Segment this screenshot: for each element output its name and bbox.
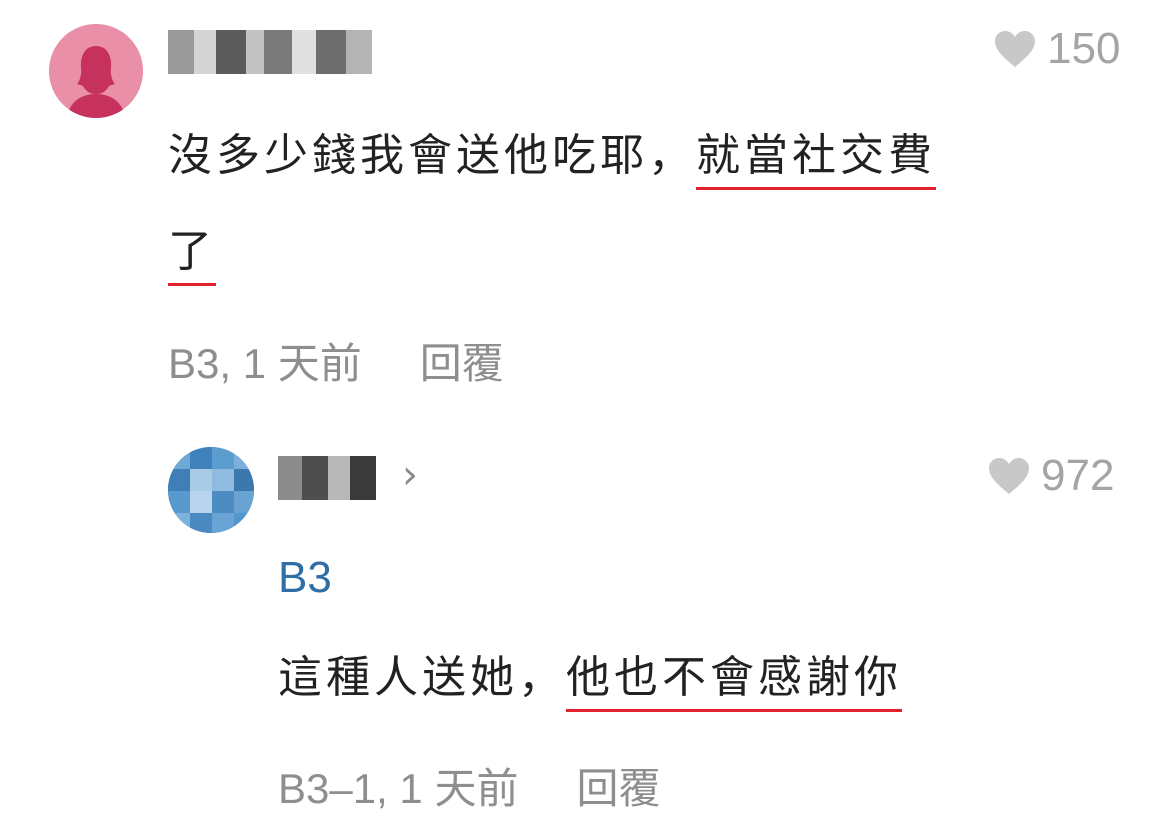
like-button[interactable]: 150 (993, 24, 1120, 74)
comment-meta: B3–1, 1 天前 回覆 (278, 755, 660, 816)
pixelated-avatar-icon (168, 447, 254, 533)
comment-text-highlight: 他也不會感謝你 (566, 652, 902, 712)
person-silhouette-icon (49, 24, 143, 118)
like-button[interactable]: 972 (987, 451, 1114, 501)
avatar[interactable] (49, 24, 143, 118)
chevron-right-icon[interactable]: › (402, 452, 418, 498)
comment-text-plain: 沒多少錢我會送他吃耶， (168, 130, 696, 181)
comment-meta: B3, 1 天前 回覆 (168, 330, 504, 391)
comment-text: 沒多少錢我會送他吃耶，就當社交費 了 (168, 108, 1108, 300)
comment-text-plain: 這種人送她， (278, 652, 566, 703)
heart-icon (995, 31, 1035, 67)
reply-button[interactable]: 回覆 (420, 330, 504, 391)
username-pixelated[interactable] (278, 456, 376, 500)
comment-text: 這種人送她，他也不會感謝你 (278, 630, 1138, 726)
like-count: 150 (1047, 24, 1121, 73)
reply-button[interactable]: 回覆 (576, 755, 660, 816)
comment-text-highlight-2: 了 (168, 226, 216, 286)
username-pixelated[interactable] (168, 30, 372, 74)
heart-icon (989, 458, 1029, 494)
floor-and-time: B3–1, 1 天前 (278, 765, 519, 812)
comment-text-highlight: 就當社交費 (696, 130, 936, 190)
like-count: 972 (1041, 451, 1115, 500)
floor-reference-link[interactable]: B3 (278, 553, 332, 603)
avatar[interactable] (168, 447, 254, 533)
floor-and-time: B3, 1 天前 (168, 340, 362, 387)
